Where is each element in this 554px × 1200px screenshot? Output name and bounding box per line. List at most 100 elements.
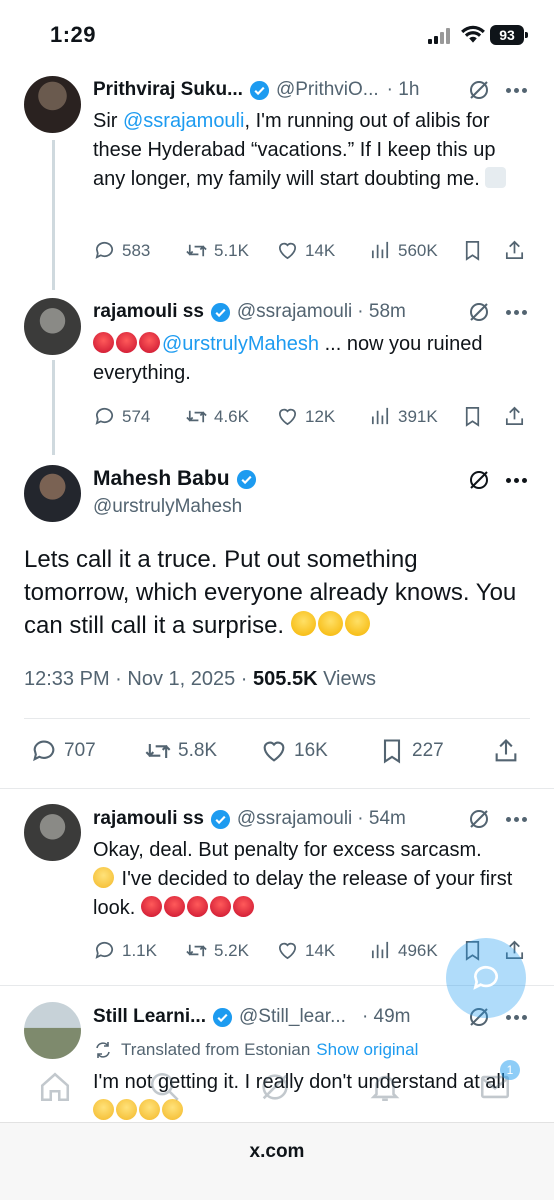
battery-indicator: 93 [490,25,528,45]
reply-button[interactable]: 574 [93,405,150,428]
status-time: 1:29 [50,22,97,47]
views-button[interactable]: 391K [369,405,438,428]
angry-emoji-icon [139,332,160,353]
author-handle[interactable]: @urstrulyMahesh [93,496,242,518]
repost-button[interactable]: 5.2K [185,939,249,962]
tweet-text: Okay, deal. But penalty for excess sarca… [93,839,513,919]
laughing-emoji-icon [344,611,370,636]
more-options-icon[interactable] [506,88,528,94]
grok-icon[interactable] [468,808,490,830]
reply-icon [95,941,114,959]
bookmark-icon [465,241,480,261]
reply-icon [95,407,114,425]
status-bar: 1:29 93 [0,0,554,70]
browser-address-bar[interactable]: x.com [0,1122,554,1200]
angry-emoji-icon [163,896,185,917]
grok-icon[interactable] [468,301,490,323]
like-button[interactable]: 14K [276,939,335,962]
tweet-time[interactable]: · 58m [357,301,406,323]
grok-icon[interactable] [468,79,490,101]
share-button[interactable] [503,239,532,262]
home-icon[interactable] [38,1070,72,1104]
thread-line [52,360,55,455]
avatar[interactable] [24,298,81,355]
bookmark-icon [465,407,480,427]
share-icon [505,406,524,426]
views-button[interactable]: 560K [369,239,438,262]
more-options-icon[interactable] [506,817,528,823]
share-button[interactable] [492,737,526,765]
messages-badge: 1 [500,1060,520,1080]
wifi-icon [461,25,485,43]
reply-button[interactable]: 1.1K [93,939,157,962]
verified-badge-icon [210,302,230,322]
heart-icon [278,408,297,426]
author-name[interactable]: Mahesh Babu [93,467,230,491]
verified-badge-icon [210,809,230,829]
timestamp[interactable]: 12:33 PM · Nov 1, 2025 · [24,668,253,690]
mention-link[interactable]: @ssrajamouli [123,110,244,132]
share-button[interactable] [503,405,532,428]
grok-icon[interactable] [468,469,490,491]
verified-badge-icon [249,80,269,100]
bookmark-button[interactable]: 227 [378,737,444,765]
avatar[interactable] [24,465,81,522]
repost-button[interactable]: 5.1K [185,239,249,262]
angry-emoji-icon [232,896,254,917]
author-handle[interactable]: @ssrajamouli [237,301,352,323]
tweet-text: @urstrulyMahesh ... now you ruined every… [93,332,483,384]
laughing-emoji-icon [317,611,343,636]
like-button[interactable]: 14K [276,239,335,262]
author-name[interactable]: Still Learni... [93,1006,206,1028]
tweet-text: Sir @ssrajamouli, I'm running out of ali… [93,107,528,194]
more-options-icon[interactable] [506,310,528,316]
grok-nav-icon[interactable] [258,1070,292,1104]
reply-button[interactable]: 583 [93,239,150,262]
author-handle[interactable]: @Still_lear... [239,1006,346,1028]
author-name[interactable]: rajamouli ss [93,808,204,830]
angry-emoji-icon [93,332,114,353]
main-tweet-text: Lets call it a truce. Put out something … [24,546,517,639]
tweet-time[interactable]: · 54m [357,808,406,830]
share-icon [495,739,517,762]
author-handle[interactable]: @PrithviO... [276,79,379,101]
translation-notice: Translated from Estonian Show original [93,1040,418,1060]
views-label: Views [317,668,377,690]
author-name[interactable]: Prithviraj Suku... [93,79,243,101]
more-options-icon[interactable] [506,1015,528,1021]
facepalm-emoji-icon [485,167,507,188]
tweet-metadata: 12:33 PM · Nov 1, 2025 · 505.5K Views [24,668,376,691]
angry-emoji-icon [209,896,231,917]
notifications-icon[interactable] [368,1070,402,1104]
repost-icon [186,244,207,257]
reply-icon [33,740,55,762]
author-name[interactable]: rajamouli ss [93,301,204,323]
search-icon[interactable] [148,1070,182,1104]
verified-badge-icon [236,469,256,489]
bookmark-button[interactable] [461,405,490,428]
avatar[interactable] [24,804,81,861]
divider [0,788,554,789]
avatar[interactable] [24,1002,81,1059]
like-button[interactable]: 12K [276,405,335,428]
compose-reply-button[interactable] [446,938,526,1018]
more-options-icon[interactable] [506,478,528,484]
mention-link[interactable]: @urstrulyMahesh [162,333,319,355]
views-button[interactable]: 496K [369,939,438,962]
like-button[interactable]: 16K [260,737,328,765]
repost-button[interactable]: 4.6K [185,405,249,428]
author-handle[interactable]: @ssrajamouli [237,808,352,830]
avatar[interactable] [24,76,81,133]
bookmark-button[interactable] [461,239,490,262]
tweet-time[interactable]: · 49m [362,1006,411,1028]
raised-eyebrow-emoji-icon [93,867,114,888]
repost-icon [145,744,171,758]
url-text[interactable]: x.com [0,1141,554,1163]
tweet-time[interactable]: · 1h [387,79,420,101]
show-original-link[interactable]: Show original [316,1040,418,1060]
repost-icon [186,944,207,957]
reply-button[interactable]: 707 [30,737,96,765]
repost-button[interactable]: 5.8K [144,737,217,765]
chat-bubble-icon [473,965,498,990]
thread-line [52,140,55,290]
